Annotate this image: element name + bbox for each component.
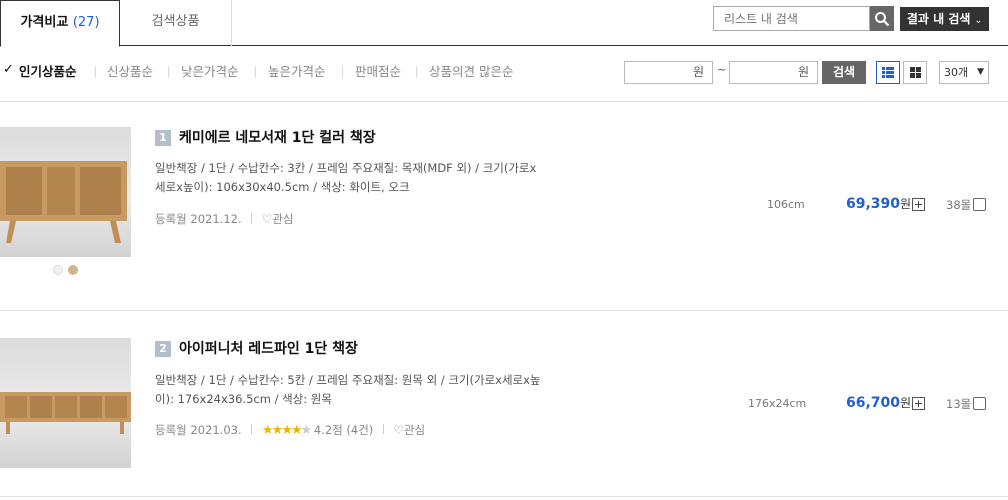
check-icon: ✓ — [3, 62, 14, 77]
price-search-button[interactable]: 검색 — [822, 61, 866, 84]
tab-price-compare-label: 가격비교 — [20, 15, 69, 30]
meta-divider — [382, 424, 384, 434]
spec-line: 일반책장 / 1단 / 수납칸수: 5칸 / 프레임 주요재질: 원목 외 / … — [155, 373, 541, 387]
wishlist-button[interactable]: ♡관심 — [394, 423, 425, 437]
product-spec: 일반책장 / 1단 / 수납칸수: 5칸 / 프레임 주요재질: 원목 외 / … — [155, 371, 541, 409]
product-size: 106cm — [767, 198, 805, 211]
product-spec: 일반책장 / 1단 / 수납칸수: 3칸 / 프레임 주요재질: 목재(MDF … — [155, 159, 536, 197]
sort-divider — [95, 66, 96, 78]
chevron-down-icon: ⌄ — [974, 16, 983, 26]
product-price[interactable]: 66,700원 — [846, 394, 911, 411]
grid-view-button[interactable] — [903, 61, 927, 84]
product-rank: 2 — [155, 341, 171, 357]
product-price[interactable]: 69,390원 — [846, 195, 911, 212]
wishlist-label: 관심 — [403, 423, 426, 437]
items-per-page-value: 30개 — [944, 66, 969, 79]
rating-score: 4.2점 — [313, 423, 343, 437]
max-price-field[interactable]: 원 — [729, 61, 818, 84]
meta-divider — [251, 424, 253, 434]
sort-divider — [255, 66, 256, 78]
price-value: 69,390 — [846, 196, 901, 212]
search-icon — [875, 11, 890, 26]
bookshelf-image — [0, 161, 127, 243]
image-dot-1[interactable] — [53, 265, 63, 275]
image-dot-2[interactable] — [68, 265, 78, 275]
add-compare-button[interactable]: + — [912, 397, 925, 410]
spec-line: 일반책장 / 1단 / 수납칸수: 3칸 / 프레임 주요재질: 목재(MDF … — [155, 161, 537, 175]
heart-icon: ♡ — [393, 423, 404, 437]
list-view-icon — [882, 67, 894, 78]
product-title[interactable]: 2 아이퍼니처 레드파인 1단 책장 — [155, 338, 358, 358]
tab-price-compare[interactable]: 가격비교 (27) — [0, 0, 120, 47]
sort-price-low[interactable]: 낮은가격순 — [181, 62, 239, 82]
compare-checkbox[interactable] — [973, 198, 986, 211]
tab-price-compare-count: (27) — [72, 15, 100, 30]
sort-divider — [416, 66, 417, 78]
product-thumbnail[interactable] — [0, 127, 131, 257]
wishlist-label: 관심 — [272, 212, 294, 226]
registration-date: 등록월 2021.12. — [155, 212, 242, 226]
min-price-field[interactable]: 원 — [624, 61, 713, 84]
review-count: (4건) — [346, 423, 374, 437]
product-title[interactable]: 1 케미에르 네모서재 1단 컬러 책장 — [155, 127, 376, 147]
sort-divider — [168, 66, 169, 78]
product-thumbnail[interactable] — [0, 338, 131, 468]
list-search-input[interactable] — [713, 6, 870, 31]
product-name: 케미에르 네모서재 1단 컬러 책장 — [179, 130, 376, 146]
sort-divider — [342, 66, 343, 78]
heart-icon: ♡ — [261, 212, 273, 226]
sort-price-high[interactable]: 높은가격순 — [268, 62, 326, 82]
price-unit: 원 — [900, 396, 912, 410]
list-view-button[interactable] — [876, 61, 900, 84]
wishlist-button[interactable]: ♡관심 — [262, 212, 293, 226]
mall-count[interactable]: 38몰 — [946, 197, 971, 213]
product-meta: 등록월 2021.03. ★★★★★ 4.2점 (4건) ♡관심 — [155, 422, 425, 439]
rating[interactable]: ★★★★★ 4.2점 (4건) — [261, 423, 377, 438]
compare-checkbox[interactable] — [973, 397, 986, 410]
sort-popular[interactable]: 인기상품순 — [19, 62, 77, 82]
spec-line: 세로x높이): 106x30x40.5cm / 색상: 화이트, 오크 — [155, 180, 410, 194]
spec-line: 이): 176x24x36.5cm / 색상: 원목 — [155, 392, 332, 406]
items-per-page-select[interactable]: 30개 ▼ — [939, 61, 989, 84]
product-meta: 등록월 2021.12. ♡관심 — [155, 211, 293, 227]
sort-reviews[interactable]: 상품의견 많은순 — [429, 62, 513, 82]
meta-divider — [251, 213, 253, 223]
registration-date: 등록월 2021.03. — [155, 423, 242, 437]
price-range-tilde: ~ — [717, 63, 727, 76]
product-divider — [0, 310, 1008, 311]
list-top-divider — [0, 101, 1008, 102]
product-name: 아이퍼니처 레드파인 1단 책장 — [179, 341, 358, 357]
product-divider — [0, 496, 1008, 497]
add-compare-button[interactable]: + — [912, 198, 925, 211]
tab-search-products[interactable]: 검색상품 — [120, 0, 232, 46]
caret-down-icon: ▼ — [977, 67, 984, 77]
price-value: 66,700 — [846, 395, 901, 411]
search-in-results-button[interactable]: 결과 내 검색 ⌄ — [900, 7, 989, 31]
grid-view-icon — [909, 67, 921, 78]
search-button[interactable] — [870, 6, 894, 31]
star-rating-icon: ★★★★★ — [261, 423, 312, 438]
product-rank: 1 — [155, 130, 171, 146]
search-in-results-label: 결과 내 검색 — [906, 12, 971, 26]
mall-count[interactable]: 13몰 — [946, 396, 971, 412]
sort-newest[interactable]: 신상품순 — [107, 62, 153, 82]
bookshelf-image — [0, 392, 131, 434]
sort-seller-count[interactable]: 판매점순 — [355, 62, 401, 82]
product-size: 176x24cm — [748, 397, 807, 410]
price-unit: 원 — [900, 197, 912, 211]
